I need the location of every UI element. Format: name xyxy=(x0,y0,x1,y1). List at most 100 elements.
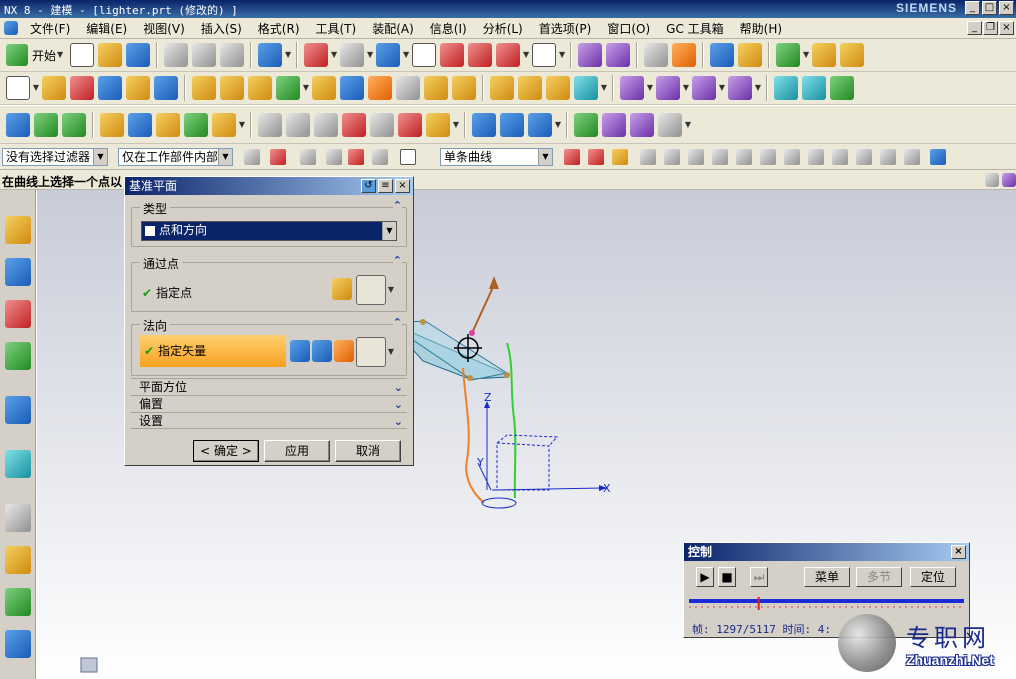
edit-feature-icon[interactable] xyxy=(184,112,208,137)
thread-icon[interactable] xyxy=(574,76,598,100)
system-materials-icon[interactable] xyxy=(5,546,31,574)
ruler-icon[interactable] xyxy=(812,43,837,67)
apply-button[interactable]: 应用 xyxy=(264,440,330,462)
type-dropdown[interactable]: 点和方向 ▼ xyxy=(141,221,397,241)
locate-button[interactable]: 定位 xyxy=(910,567,956,587)
history-icon[interactable] xyxy=(5,450,31,478)
hammer-icon[interactable] xyxy=(156,112,180,137)
subtract-icon[interactable] xyxy=(340,76,364,100)
layer-settings-icon[interactable] xyxy=(34,112,58,137)
collapse-icon[interactable]: ⌃ xyxy=(392,254,402,267)
snap-control-icon[interactable] xyxy=(688,149,704,165)
trim-body-icon[interactable] xyxy=(396,76,420,100)
stop-at-intersection-icon[interactable] xyxy=(588,149,604,165)
reverse-direction-icon[interactable] xyxy=(290,340,310,362)
menu-view[interactable]: 视图(V) xyxy=(135,20,193,37)
tool-icon[interactable] xyxy=(528,112,552,137)
inferred-vector-icon[interactable] xyxy=(356,337,386,367)
process-studio-icon[interactable] xyxy=(5,588,31,616)
eraser-icon[interactable] xyxy=(100,112,124,137)
resource-icon[interactable] xyxy=(985,173,999,187)
plane-orientation-row[interactable]: 平面方位 ⌄ xyxy=(131,378,407,395)
menu-edit[interactable]: 编辑(E) xyxy=(78,20,135,37)
play-button[interactable]: ▶ xyxy=(696,567,714,587)
intersection-icon[interactable] xyxy=(564,149,580,165)
g0-icon[interactable] xyxy=(314,112,338,137)
move-layer-icon[interactable] xyxy=(62,112,86,137)
hand-icon[interactable] xyxy=(426,112,450,137)
rectangle-select-icon[interactable] xyxy=(400,149,416,165)
playback-slider[interactable] xyxy=(689,597,964,611)
info-icon[interactable] xyxy=(644,43,669,67)
part-navigator-icon[interactable] xyxy=(5,300,31,328)
boss-icon[interactable] xyxy=(220,76,244,100)
edit-object-icon[interactable] xyxy=(128,112,152,137)
lightning-icon[interactable] xyxy=(738,43,763,67)
table-icon[interactable] xyxy=(602,112,626,137)
menu-window[interactable]: 窗口(O) xyxy=(599,20,658,37)
sketch-icon[interactable] xyxy=(6,76,30,100)
roles-icon[interactable] xyxy=(5,630,31,658)
fit-view-icon[interactable] xyxy=(304,43,329,67)
menu-gc-toolbox[interactable]: GC 工具箱 xyxy=(658,20,732,37)
angle-icon[interactable] xyxy=(840,43,865,67)
collapse-icon[interactable]: ⌃ xyxy=(392,316,402,329)
step-forward-button[interactable]: ⏭ xyxy=(750,567,768,587)
close-button[interactable]: × xyxy=(999,1,1014,15)
cube-view-icon[interactable] xyxy=(930,149,946,165)
reuse-library-icon[interactable] xyxy=(5,342,31,370)
grid-icon[interactable] xyxy=(904,149,920,165)
assembly-navigator-icon[interactable] xyxy=(5,216,31,244)
doc-minimize-button[interactable]: _ xyxy=(967,21,982,35)
snap-midpoint-icon[interactable] xyxy=(664,149,680,165)
open-folder-icon[interactable] xyxy=(98,43,123,67)
block-icon[interactable] xyxy=(98,76,122,100)
snap-curve-icon[interactable] xyxy=(348,149,364,165)
intersect-icon[interactable] xyxy=(368,76,392,100)
menu-help[interactable]: 帮助(H) xyxy=(732,20,790,37)
snap-circle-icon[interactable] xyxy=(808,149,824,165)
wcs-icon[interactable] xyxy=(578,43,603,67)
control-titlebar[interactable]: 控制 × xyxy=(684,543,969,561)
arrow-select-icon[interactable] xyxy=(300,149,316,165)
scale-body-icon[interactable] xyxy=(728,76,752,100)
g2-icon[interactable] xyxy=(370,112,394,137)
view-orient-icon[interactable] xyxy=(376,43,401,67)
dialog-titlebar[interactable]: 基准平面 ↺ ≡ × xyxy=(125,177,413,195)
fit-icon[interactable] xyxy=(6,112,30,137)
vector-dialog-icon[interactable] xyxy=(334,340,354,362)
curvature-icon[interactable] xyxy=(258,112,282,137)
section-icon[interactable] xyxy=(440,43,465,67)
menu-analysis[interactable]: 分析(L) xyxy=(475,20,531,37)
internet-explorer-icon[interactable] xyxy=(5,396,31,424)
layer-icon[interactable] xyxy=(468,43,493,67)
menu-information[interactable]: 信息(I) xyxy=(422,20,475,37)
show-hide-icon[interactable] xyxy=(496,43,521,67)
fullscreen-icon[interactable] xyxy=(1002,173,1016,187)
analysis-icon[interactable] xyxy=(710,43,735,67)
constraint-navigator-icon[interactable] xyxy=(5,258,31,286)
window-icon[interactable] xyxy=(532,43,557,67)
selection-filter-dropdown[interactable]: 没有选择过滤器 ▼ xyxy=(2,148,108,166)
point-filter-icon[interactable] xyxy=(270,149,286,165)
shell-icon[interactable] xyxy=(518,76,542,100)
through-curves-icon[interactable] xyxy=(802,76,826,100)
undo-icon[interactable] xyxy=(258,43,283,67)
dialog-reset-icon[interactable]: ↺ xyxy=(361,179,376,193)
extrude-icon[interactable] xyxy=(42,76,66,100)
split-body-icon[interactable] xyxy=(424,76,448,100)
multi-section-button[interactable]: 多节 xyxy=(856,567,902,587)
start-button[interactable]: 开始 ▼ xyxy=(4,44,64,66)
snap-tangent-icon[interactable] xyxy=(856,149,872,165)
check-geometry-icon[interactable] xyxy=(574,112,598,137)
cut-icon[interactable] xyxy=(164,43,189,67)
follow-fillet-icon[interactable] xyxy=(612,149,628,165)
measure-icon[interactable] xyxy=(672,43,697,67)
spreadsheet-icon[interactable] xyxy=(630,112,654,137)
snap-line-icon[interactable] xyxy=(712,149,728,165)
offset-row[interactable]: 偏置 ⌄ xyxy=(131,395,407,412)
cycle-vector-icon[interactable] xyxy=(312,340,332,362)
snap-feature-icon[interactable] xyxy=(372,149,388,165)
sew-icon[interactable] xyxy=(830,76,854,100)
maximize-button[interactable]: □ xyxy=(982,1,997,15)
